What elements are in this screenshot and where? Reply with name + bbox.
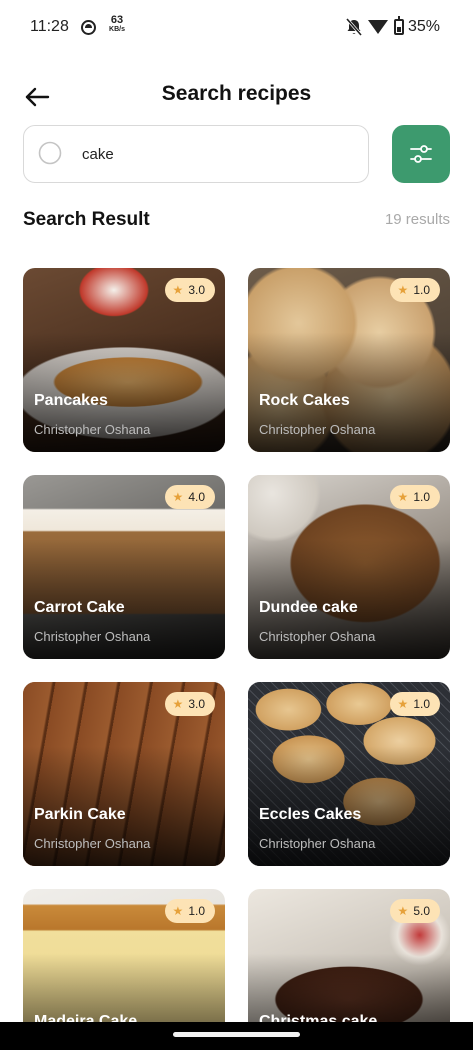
network-speed: 63 KB/s [106, 14, 128, 34]
rating-value: 1.0 [413, 697, 430, 711]
rating-badge: ★ 3.0 [164, 278, 215, 302]
star-icon: ★ [172, 697, 184, 711]
star-icon: ★ [397, 283, 409, 297]
rating-badge: ★ 1.0 [389, 485, 440, 509]
app-notification-icon [81, 20, 96, 35]
network-speed-value: 63 [110, 14, 124, 26]
wifi-icon [368, 20, 388, 34]
recipe-name: Parkin Cake [34, 806, 126, 823]
rating-badge: ★ 3.0 [164, 692, 215, 716]
recipe-author: Christopher Oshana [34, 836, 151, 851]
recipe-card[interactable]: ★ 1.0 Rock Cakes Christopher Oshana [248, 268, 450, 452]
recipe-author: Christopher Oshana [259, 629, 376, 644]
search-input[interactable] [82, 136, 352, 172]
recipe-author: Christopher Oshana [34, 629, 151, 644]
rating-value: 3.0 [188, 283, 205, 297]
star-icon: ★ [172, 490, 184, 504]
search-icon [38, 141, 62, 165]
sliders-icon [410, 145, 432, 163]
recipe-name: Pancakes [34, 392, 108, 409]
result-count: 19 results [384, 211, 450, 228]
rating-value: 5.0 [413, 904, 430, 918]
rating-badge: ★ 1.0 [389, 278, 440, 302]
home-gesture-handle[interactable] [173, 1032, 300, 1037]
rating-badge: ★ 4.0 [164, 485, 215, 509]
rating-value: 1.0 [413, 283, 430, 297]
rating-value: 3.0 [188, 697, 205, 711]
page-title: Search recipes [161, 82, 312, 105]
recipe-name: Dundee cake [259, 599, 358, 616]
filter-button[interactable] [392, 125, 450, 183]
mute-icon [345, 18, 363, 36]
search-box[interactable] [23, 125, 369, 183]
recipe-author: Christopher Oshana [34, 422, 151, 437]
battery-icon [394, 16, 404, 35]
rating-badge: ★ 5.0 [389, 899, 440, 923]
status-time: 11:28 [30, 18, 69, 35]
network-speed-unit: KB/s [109, 26, 125, 33]
search-result-heading: Search Result [23, 209, 150, 230]
rating-value: 1.0 [188, 904, 205, 918]
star-icon: ★ [172, 904, 184, 918]
star-icon: ★ [397, 697, 409, 711]
star-icon: ★ [397, 490, 409, 504]
rating-badge: ★ 1.0 [164, 899, 215, 923]
recipe-author: Christopher Oshana [259, 836, 376, 851]
recipe-card[interactable]: ★ 3.0 Parkin Cake Christopher Oshana [23, 682, 225, 866]
rating-badge: ★ 1.0 [389, 692, 440, 716]
rating-value: 4.0 [188, 490, 205, 504]
recipe-author: Christopher Oshana [259, 422, 376, 437]
rating-value: 1.0 [413, 490, 430, 504]
recipe-card[interactable]: ★ 3.0 Pancakes Christopher Oshana [23, 268, 225, 452]
recipe-card[interactable]: ★ 4.0 Carrot Cake Christopher Oshana [23, 475, 225, 659]
star-icon: ★ [172, 283, 184, 297]
recipe-card[interactable]: ★ 1.0 Eccles Cakes Christopher Oshana [248, 682, 450, 866]
navigation-bar [0, 1022, 473, 1050]
recipe-name: Eccles Cakes [259, 806, 362, 823]
recipe-name: Rock Cakes [259, 392, 350, 409]
star-icon: ★ [397, 904, 409, 918]
recipe-card[interactable]: ★ 1.0 Dundee cake Christopher Oshana [248, 475, 450, 659]
recipe-name: Carrot Cake [34, 599, 125, 616]
status-bar: 11:28 63 KB/s 35% [0, 0, 473, 56]
battery-percent: 35% [408, 18, 441, 35]
